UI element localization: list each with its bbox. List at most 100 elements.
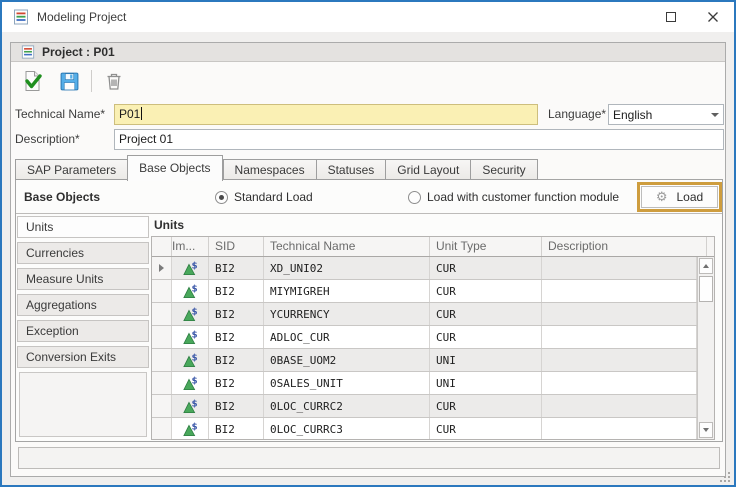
unit-type-cell: UNI: [430, 372, 542, 394]
modeling-project-icon: [13, 9, 29, 25]
window-title: Modeling Project: [37, 10, 126, 24]
table-row[interactable]: $ BI2 0LOC_CURRC2 CUR: [152, 395, 697, 418]
column-header-description[interactable]: Description: [542, 237, 707, 256]
close-button[interactable]: [692, 2, 734, 32]
nav-item-exception-aggregations[interactable]: Exception Aggregations: [17, 320, 149, 342]
radio-icon: [408, 191, 421, 204]
project-panel: Project : P01: [10, 42, 726, 477]
description-cell: [542, 372, 697, 394]
description-cell: [542, 303, 697, 325]
table-row[interactable]: $ BI2 ADLOC_CUR CUR: [152, 326, 697, 349]
unit-currency-icon: $: [183, 376, 198, 391]
trash-icon: [104, 71, 124, 91]
modeling-project-window: Modeling Project Project: [0, 0, 736, 487]
unit-type-cell: CUR: [430, 326, 542, 348]
column-header-unit-type[interactable]: Unit Type: [430, 237, 542, 256]
table-row[interactable]: $ BI2 0LOC_CURRC3 CUR: [152, 418, 697, 439]
description-cell: [542, 418, 697, 439]
table-row[interactable]: $ BI2 MIYMIGREH CUR: [152, 280, 697, 303]
scroll-up-button[interactable]: [699, 258, 713, 274]
table-row[interactable]: $ BI2 0BASE_UOM2 UNI: [152, 349, 697, 372]
scroll-up-icon: [703, 264, 709, 268]
base-objects-nav: Units Currencies Measure Units Aggregations…: [17, 216, 149, 439]
row-selector-cell: [152, 303, 172, 325]
technical-name-label: Technical Name*: [15, 104, 105, 125]
nav-item-measure-units[interactable]: Measure Units: [17, 268, 149, 290]
description-cell: [542, 349, 697, 371]
sid-cell: BI2: [209, 349, 264, 371]
description-input[interactable]: Project 01: [114, 129, 724, 150]
column-header-technical-name[interactable]: Technical Name: [264, 237, 430, 256]
nav-item-units[interactable]: Units: [17, 216, 149, 238]
radio-standard-load[interactable]: Standard Load: [215, 190, 313, 204]
scroll-down-icon: [703, 428, 709, 432]
base-objects-header: Base Objects Standard Load Load with cus…: [16, 180, 722, 214]
description-cell: [542, 280, 697, 302]
tab-base-objects[interactable]: Base Objects: [127, 155, 222, 181]
load-button-highlight: ⚙ Load: [637, 182, 722, 212]
unit-currency-icon: $: [183, 353, 198, 368]
validate-button[interactable]: [19, 67, 47, 95]
unit-type-cell: CUR: [430, 280, 542, 302]
technical-name-input[interactable]: P01: [114, 104, 538, 125]
unit-currency-icon: $: [183, 330, 198, 345]
load-button[interactable]: ⚙ Load: [641, 186, 718, 208]
tab-grid-layout[interactable]: Grid Layout: [385, 159, 470, 180]
units-grid: Im... SID Technical Name Unit Type Descr…: [151, 236, 715, 440]
description-cell: [542, 395, 697, 417]
save-button[interactable]: [55, 67, 83, 95]
status-bar: [18, 447, 720, 469]
sid-cell: BI2: [209, 372, 264, 394]
tab-sap-parameters[interactable]: SAP Parameters: [15, 159, 127, 180]
tab-security[interactable]: Security: [470, 159, 537, 180]
maximize-button[interactable]: [650, 2, 692, 32]
project-icon: [21, 45, 35, 59]
tab-namespaces[interactable]: Namespaces: [223, 159, 316, 180]
unit-type-cell: CUR: [430, 257, 542, 279]
unit-currency-icon: $: [183, 307, 198, 322]
table-row[interactable]: $ BI2 YCURRENCY CUR: [152, 303, 697, 326]
column-header-import[interactable]: Im...: [172, 237, 209, 256]
import-status-cell: $: [172, 372, 209, 394]
header-filler: [707, 237, 714, 256]
resize-grip[interactable]: [719, 471, 730, 482]
import-status-cell: $: [172, 349, 209, 371]
technical-name-cell: 0LOC_CURRC3: [264, 418, 430, 439]
row-selector-cell: [152, 280, 172, 302]
vertical-scrollbar[interactable]: [697, 257, 714, 439]
nav-item-conversion-exits[interactable]: Conversion Exits: [17, 346, 149, 368]
technical-name-cell: 0BASE_UOM2: [264, 349, 430, 371]
project-title: Project : P01: [42, 45, 115, 59]
row-selector-cell: [152, 257, 172, 279]
unit-currency-icon: $: [183, 399, 198, 414]
radio-customer-function-module[interactable]: Load with customer function module: [408, 190, 619, 204]
row-selector-header: [152, 237, 172, 256]
unit-currency-icon: $: [183, 284, 198, 299]
svg-text:$: $: [191, 353, 197, 363]
table-row[interactable]: $ BI2 XD_UNI02 CUR: [152, 257, 697, 280]
sid-cell: BI2: [209, 395, 264, 417]
base-objects-title: Base Objects: [24, 190, 100, 204]
chevron-down-icon: [706, 105, 723, 124]
project-group-header: Project : P01: [11, 43, 725, 62]
scroll-down-button[interactable]: [699, 422, 713, 438]
technical-name-cell: 0SALES_UNIT: [264, 372, 430, 394]
unit-type-cell: CUR: [430, 303, 542, 325]
svg-text:$: $: [191, 376, 197, 386]
table-row[interactable]: $ BI2 0SALES_UNIT UNI: [152, 372, 697, 395]
nav-item-aggregations[interactable]: Aggregations: [17, 294, 149, 316]
column-header-sid[interactable]: SID: [209, 237, 264, 256]
language-select[interactable]: English: [608, 104, 724, 125]
nav-item-currencies[interactable]: Currencies: [17, 242, 149, 264]
tab-strip: SAP ParametersBase ObjectsNamespacesStat…: [15, 154, 538, 180]
import-status-cell: $: [172, 257, 209, 279]
floppy-disk-icon: [59, 71, 80, 92]
delete-button[interactable]: [100, 67, 128, 95]
tab-statuses[interactable]: Statuses: [316, 159, 386, 180]
toolbar: [19, 67, 136, 95]
scrollbar-thumb[interactable]: [699, 276, 713, 302]
description-label: Description*: [15, 129, 80, 150]
close-icon: [707, 11, 719, 23]
row-selector-cell: [152, 395, 172, 417]
units-grid-body: $ BI2 XD_UNI02 CUR $ BI2 MIYMIGREH CUR $…: [152, 257, 697, 439]
